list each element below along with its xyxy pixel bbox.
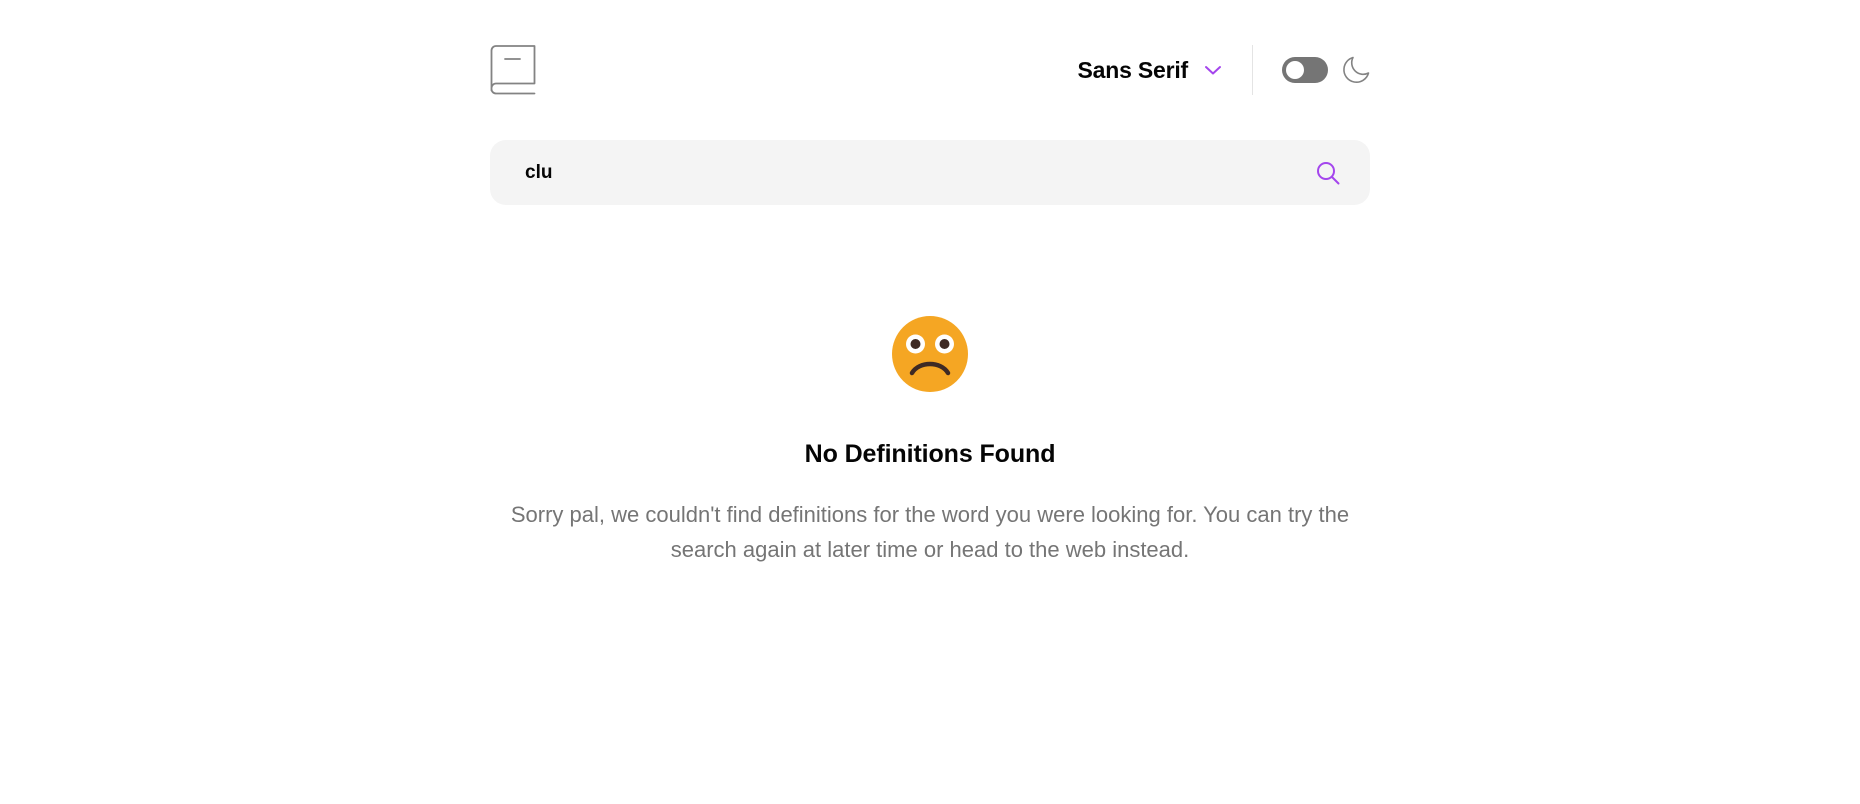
app-container: Sans Serif No Definitions Found Sorry pa… bbox=[490, 0, 1370, 804]
no-definitions-title: No Definitions Found bbox=[804, 440, 1056, 468]
font-selector-label: Sans Serif bbox=[1077, 56, 1189, 83]
chevron-down-icon bbox=[1205, 66, 1221, 75]
search-bar bbox=[490, 140, 1370, 205]
search-icon[interactable] bbox=[1316, 161, 1340, 185]
font-selector[interactable]: Sans Serif bbox=[1078, 56, 1223, 84]
moon-icon[interactable] bbox=[1342, 56, 1370, 84]
toggle-knob bbox=[1286, 61, 1304, 79]
header-divider bbox=[1252, 45, 1253, 95]
book-icon[interactable] bbox=[490, 45, 536, 95]
no-definitions-message: Sorry pal, we couldn't find definitions … bbox=[510, 502, 1350, 562]
search-input[interactable] bbox=[525, 140, 1285, 205]
header: Sans Serif bbox=[490, 44, 1370, 96]
theme-toggle[interactable] bbox=[1282, 57, 1328, 83]
confused-face-emoji bbox=[892, 316, 968, 392]
